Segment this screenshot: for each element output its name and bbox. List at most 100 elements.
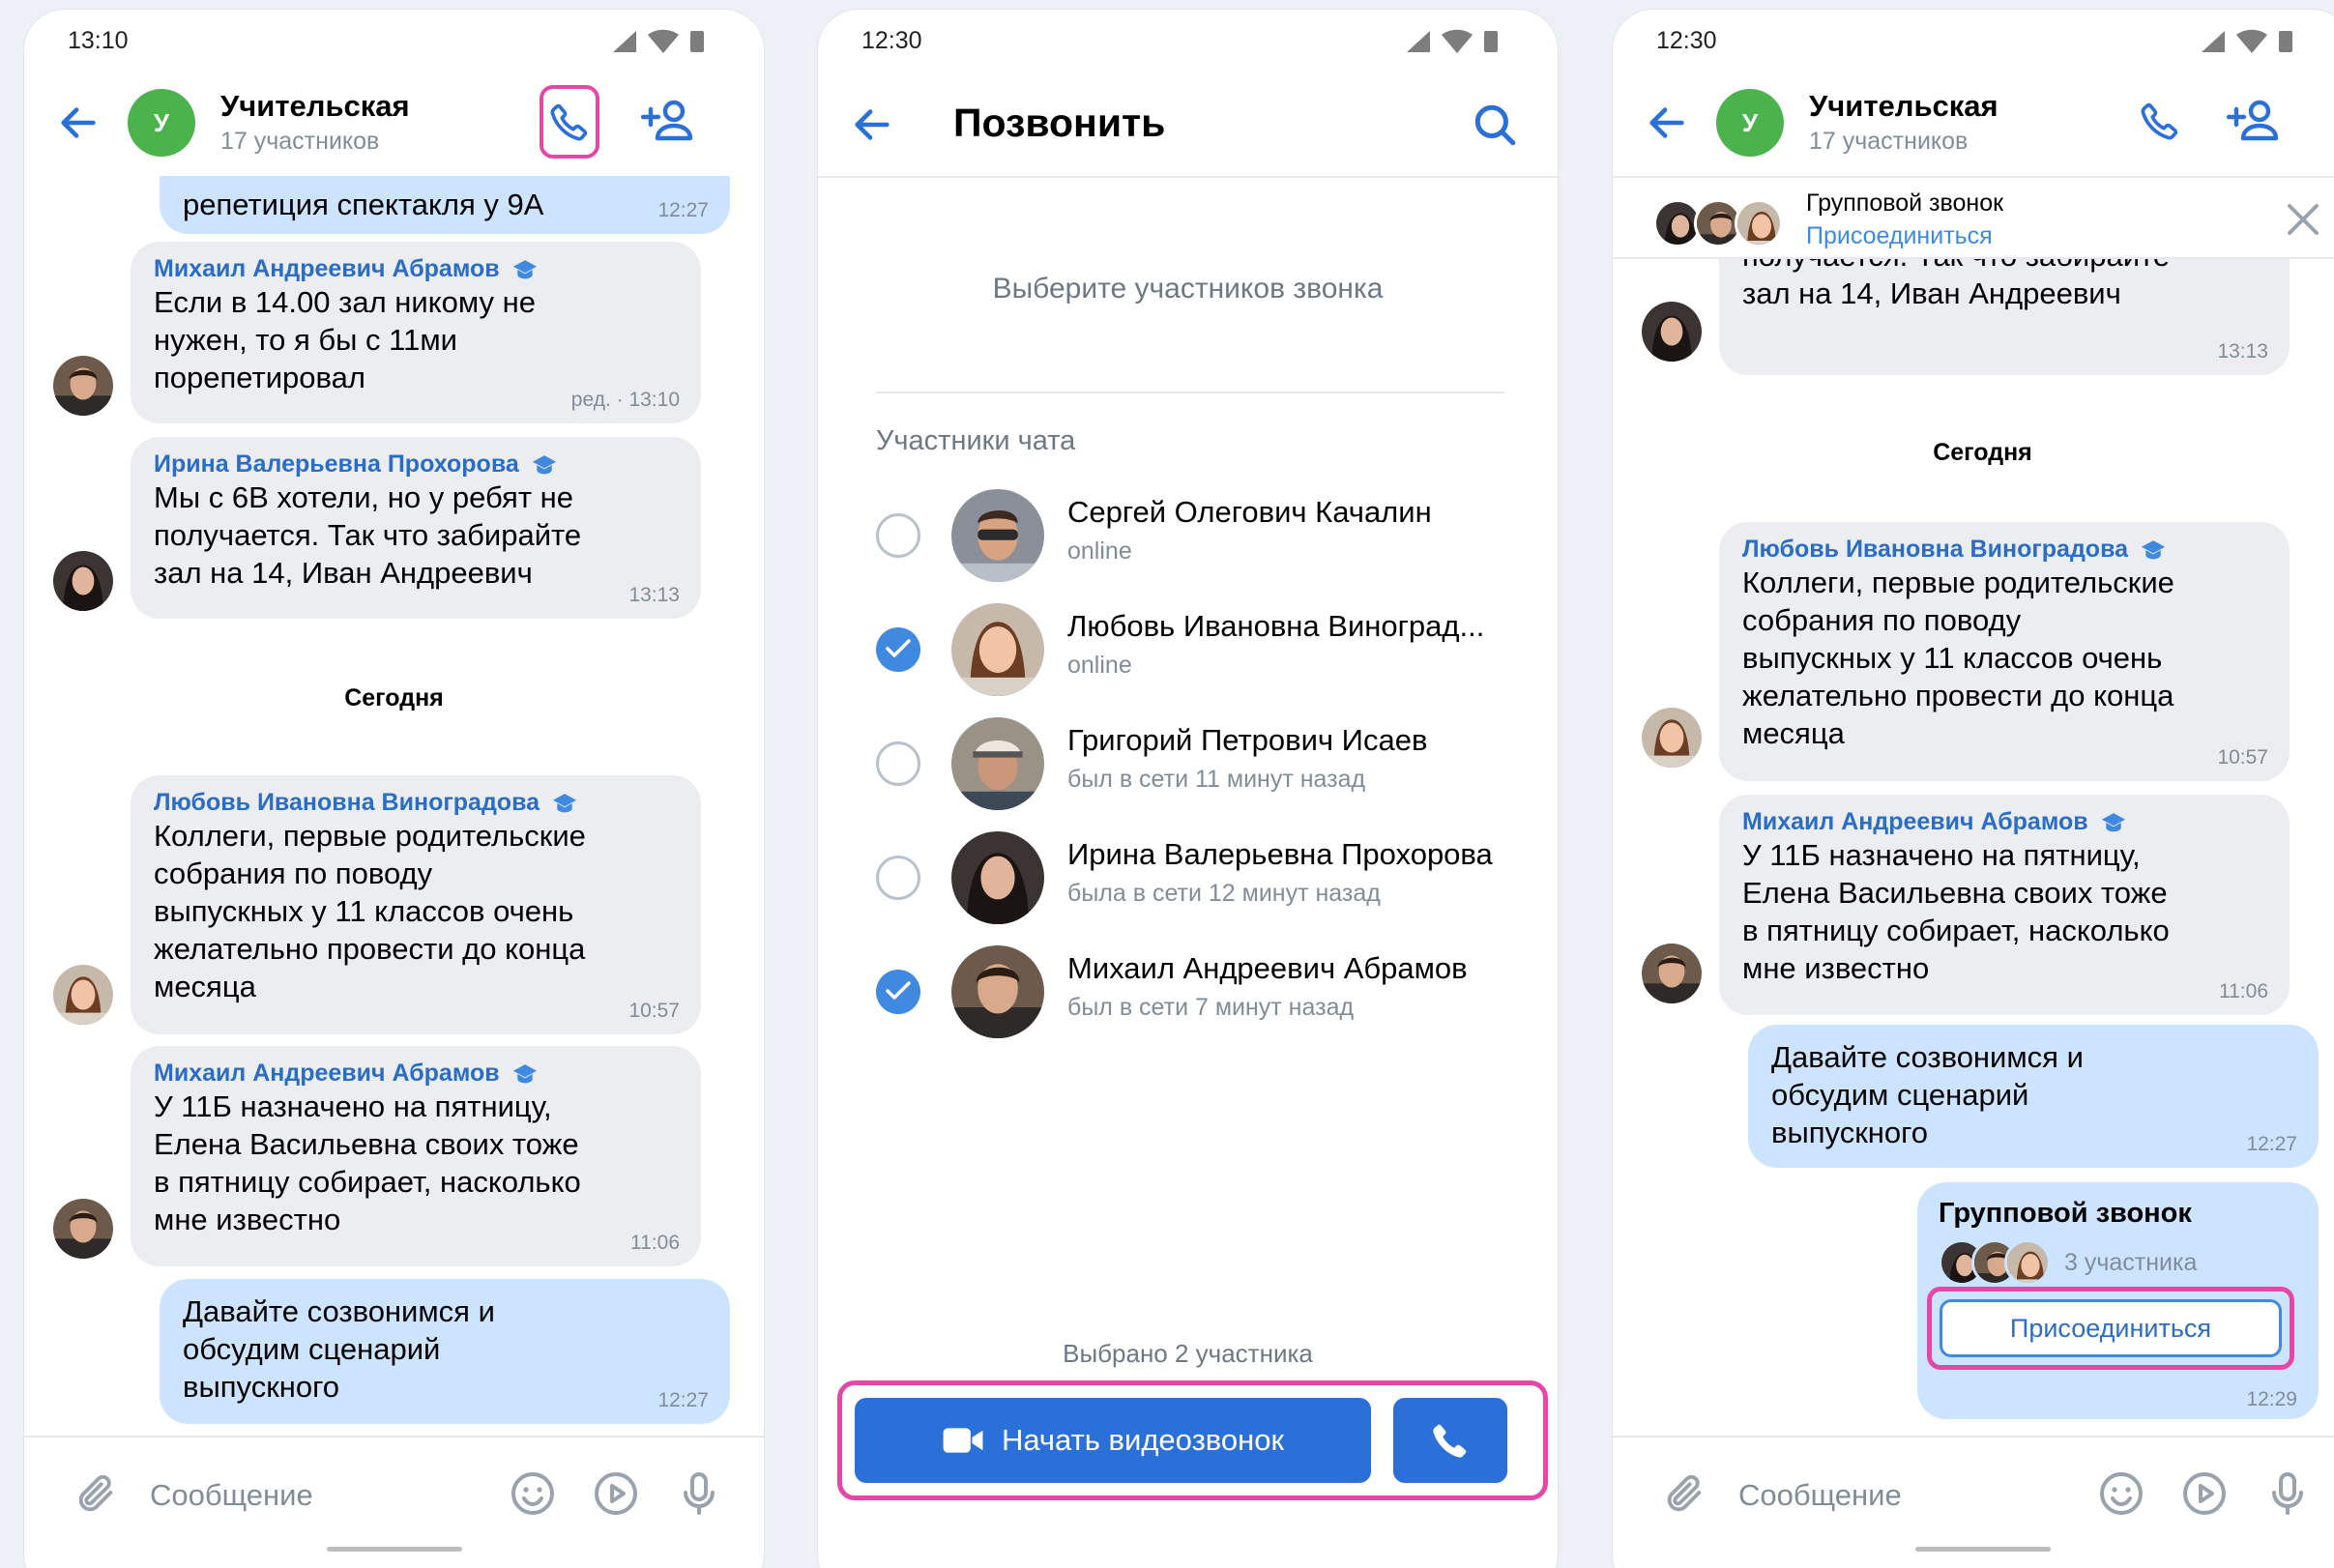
call-participants-avatars xyxy=(1939,1239,2051,1286)
member-name: Любовь Ивановна Виноград... xyxy=(1067,609,1485,643)
call-button[interactable] xyxy=(2130,91,2190,151)
phone-icon xyxy=(548,101,591,143)
message-bubble[interactable]: Михаил Андреевич Абрамов Если в 14.00 за… xyxy=(131,242,701,423)
avatar[interactable] xyxy=(53,551,113,611)
add-member-button[interactable] xyxy=(636,91,700,151)
call-actions: Начать видеозвонок xyxy=(837,1380,1548,1500)
message-bubble[interactable]: Давайте созвонимся и обсудим сценарий вы… xyxy=(160,1279,730,1424)
member-row[interactable]: Любовь Ивановна Виноград... online xyxy=(818,592,1558,706)
message-sender[interactable]: Ирина Валерьевна Прохорова xyxy=(154,450,519,479)
emoji-icon[interactable] xyxy=(2096,1468,2146,1519)
member-checkbox[interactable] xyxy=(876,856,920,900)
education-badge-icon xyxy=(531,454,558,476)
education-badge-icon xyxy=(511,259,539,280)
education-badge-icon xyxy=(551,793,578,814)
avatar[interactable] xyxy=(1642,944,1702,1003)
call-picker-header: Позвонить xyxy=(818,70,1558,178)
member-status: был в сети 7 минут назад xyxy=(1067,994,1355,1021)
home-indicator xyxy=(1914,1547,2051,1552)
avatar xyxy=(951,489,1044,582)
member-status: online xyxy=(1067,652,1132,679)
member-checkbox[interactable] xyxy=(876,627,920,672)
status-bar: 13:10 xyxy=(24,10,764,70)
member-name: Ирина Валерьевна Прохорова xyxy=(1067,837,1493,871)
day-separator: Сегодня xyxy=(344,684,444,711)
call-button[interactable] xyxy=(540,85,599,159)
attach-icon[interactable] xyxy=(1659,1468,1709,1519)
join-call-button[interactable]: Присоединиться xyxy=(1940,1299,2282,1357)
video-message-icon[interactable] xyxy=(591,1468,641,1519)
member-checkbox[interactable] xyxy=(876,513,920,558)
checkmark-icon xyxy=(886,639,911,658)
chat-avatar[interactable]: У xyxy=(1716,89,1784,157)
chat-title[interactable]: Учительская xyxy=(220,89,410,124)
member-row[interactable]: Михаил Андреевич Абрамов был в сети 7 ми… xyxy=(818,934,1558,1048)
member-row[interactable]: Григорий Петрович Исаев был в сети 11 ми… xyxy=(818,706,1558,820)
day-separator: Сегодня xyxy=(1933,439,2032,466)
chat-subtitle: 17 участников xyxy=(220,128,380,155)
message-bubble[interactable]: Михаил Андреевич Абрамов У 11Б назначено… xyxy=(131,1046,701,1266)
chat-header: У Учительская 17 участников xyxy=(24,70,764,176)
message-sender[interactable]: Михаил Андреевич Абрамов xyxy=(154,255,500,283)
message-sender[interactable]: Любовь Ивановна Виноградова xyxy=(154,789,540,817)
status-bar: 12:30 xyxy=(818,10,1558,70)
home-indicator xyxy=(326,1547,462,1552)
back-arrow-icon[interactable] xyxy=(850,102,894,147)
member-checkbox[interactable] xyxy=(876,741,920,786)
member-checkbox[interactable] xyxy=(876,970,920,1014)
start-audio-call-button[interactable] xyxy=(1393,1398,1507,1483)
microphone-icon[interactable] xyxy=(674,1468,724,1519)
phone-chat-right: 12:30 У Учительская 17 участников Группо… xyxy=(1613,10,2334,1568)
message-sender[interactable]: Любовь Ивановна Виноградова xyxy=(1742,536,2128,564)
member-status: online xyxy=(1067,537,1132,565)
phone-icon xyxy=(2139,100,2181,142)
message-input[interactable]: Сообщение xyxy=(1738,1478,1902,1513)
message-bubble[interactable]: Давайте созвонимся и обсудим сценарий вы… xyxy=(1748,1025,2319,1168)
member-name: Григорий Петрович Исаев xyxy=(1067,723,1428,757)
avatar[interactable] xyxy=(1642,708,1702,768)
message-bubble[interactable]: Любовь Ивановна Виноградова Коллеги, пер… xyxy=(1719,522,2290,781)
join-call-link[interactable]: Присоединиться xyxy=(1806,222,1993,250)
video-message-icon[interactable] xyxy=(2179,1468,2230,1519)
member-status: была в сети 12 минут назад xyxy=(1067,880,1381,907)
signal-wifi-battery-icon xyxy=(611,29,717,54)
checkmark-icon xyxy=(886,981,911,1001)
add-member-button[interactable] xyxy=(2222,91,2286,151)
message-sender[interactable]: Михаил Андреевич Абрамов xyxy=(154,1060,500,1088)
message-bubble[interactable]: Михаил Андреевич Абрамов У 11Б назначено… xyxy=(1719,795,2290,1015)
attach-icon[interactable] xyxy=(71,1468,121,1519)
emoji-icon[interactable] xyxy=(508,1468,558,1519)
phone-chat-left: 13:10 У Учительская 17 участников репети… xyxy=(24,10,764,1568)
chat-subtitle: 17 участников xyxy=(1809,128,1969,155)
message-bubble[interactable]: Любовь Ивановна Виноградова Коллеги, пер… xyxy=(131,775,701,1034)
search-icon[interactable] xyxy=(1471,101,1519,149)
avatar[interactable] xyxy=(53,356,113,416)
close-icon[interactable] xyxy=(2283,199,2323,240)
message-bubble[interactable]: Ирина Валерьевна Прохорова Мы с 6В хотел… xyxy=(131,437,701,619)
microphone-icon[interactable] xyxy=(2262,1468,2313,1519)
start-video-call-button[interactable]: Начать видеозвонок xyxy=(855,1398,1371,1483)
add-user-icon xyxy=(2227,98,2281,144)
avatar xyxy=(951,831,1044,924)
call-card-title: Групповой звонок xyxy=(1939,1198,2192,1229)
education-badge-icon xyxy=(2140,539,2167,561)
avatar xyxy=(951,945,1044,1038)
education-badge-icon xyxy=(511,1063,539,1085)
avatar[interactable] xyxy=(1642,302,1702,362)
message-sender[interactable]: Михаил Андреевич Абрамов xyxy=(1742,808,2088,836)
member-row[interactable]: Ирина Валерьевна Прохорова была в сети 1… xyxy=(818,820,1558,934)
phone-call-picker: 12:30 Позвонить Выберите участников звон… xyxy=(818,10,1558,1568)
group-call-card[interactable]: Групповой звонок 3 участника Присоединит… xyxy=(1917,1182,2319,1419)
avatar[interactable] xyxy=(53,965,113,1025)
message-input[interactable]: Сообщение xyxy=(150,1478,313,1513)
chat-avatar[interactable]: У xyxy=(128,89,195,157)
avatar[interactable] xyxy=(53,1199,113,1259)
back-arrow-icon[interactable] xyxy=(1645,101,1689,145)
back-arrow-icon[interactable] xyxy=(56,101,101,145)
chat-title[interactable]: Учительская xyxy=(1809,89,1998,124)
signal-wifi-battery-icon xyxy=(2200,29,2306,54)
member-status: был в сети 11 минут назад xyxy=(1067,766,1366,793)
page-title: Позвонить xyxy=(953,101,1166,145)
member-row[interactable]: Сергей Олегович Качалин online xyxy=(818,478,1558,592)
group-call-banner[interactable]: Групповой звонок Присоединиться xyxy=(1613,176,2334,259)
